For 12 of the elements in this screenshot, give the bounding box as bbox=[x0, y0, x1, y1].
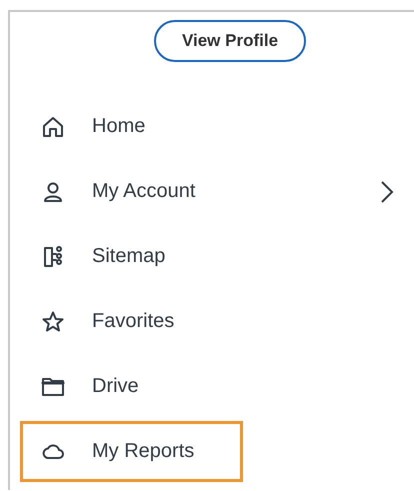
chevron-right-icon bbox=[380, 180, 394, 204]
view-profile-button[interactable]: View Profile bbox=[154, 20, 306, 62]
star-icon bbox=[41, 310, 65, 334]
sitemap-icon bbox=[41, 244, 65, 268]
menu-item[interactable]: Home bbox=[20, 96, 394, 157]
menu-item[interactable]: My Reports bbox=[20, 421, 394, 482]
menu-item[interactable]: My Account bbox=[20, 161, 394, 222]
home-icon bbox=[41, 114, 65, 138]
menu-item[interactable]: Sitemap bbox=[20, 226, 394, 287]
menu-item[interactable]: Favorites bbox=[20, 291, 394, 352]
person-icon bbox=[41, 180, 65, 204]
menu-item[interactable]: Drive bbox=[20, 356, 394, 417]
